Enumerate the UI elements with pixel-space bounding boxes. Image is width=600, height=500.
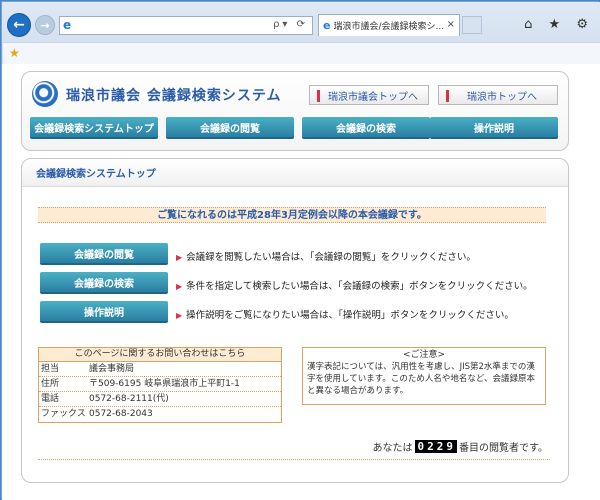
contact-row: 担当 議会事務局	[39, 362, 281, 377]
nav-browse[interactable]: 会議録の閲覧	[166, 117, 294, 139]
nav-help[interactable]: 操作説明	[430, 117, 558, 139]
counter-prefix: あなたは	[372, 443, 413, 454]
counter-digit: 2	[427, 440, 435, 453]
browse-button[interactable]: 会議録の閲覧	[40, 243, 168, 265]
forward-button[interactable]: →	[35, 15, 55, 35]
address-bar[interactable]: e ρ▾ ⟳	[59, 16, 313, 35]
contact-heading: このページに関するお問い合わせはこちら	[39, 348, 281, 362]
contact-label: ファックス	[41, 409, 86, 419]
caution-text: 漢字表記については、汎用性を考慮し、JIS第2水準までの漢字を使用しています。こ…	[307, 362, 535, 396]
nav-search[interactable]: 会議録の検索	[302, 117, 430, 139]
contact-row: ファックス 0572-68-2043	[39, 407, 281, 422]
search-description: ▶ 条件を指定して検索したい場合は、「会議録の検索」ボタンをクリックください。	[176, 278, 533, 292]
caution-heading: <ご注意>	[402, 350, 446, 360]
address-tools-icon[interactable]: ρ▾ ⟳	[273, 19, 308, 30]
tab-title: 瑞浪市議会/会議録検索シ...	[333, 22, 445, 32]
availability-notice: ご覧になれるのは平成28年3月定例会以降の本会議録です。	[38, 207, 546, 223]
site-title: 瑞浪市議会 会議録検索システム	[66, 88, 282, 104]
browser-chrome: ← → e ρ▾ ⟳ e 瑞浪市議会/会議録検索シ... × ⌂ ★ ⚙ ★	[2, 2, 600, 65]
city-logo-icon	[32, 81, 58, 107]
council-top-link[interactable]: 瑞浪市議会トップへ	[309, 85, 429, 105]
help-button[interactable]: 操作説明	[40, 301, 168, 323]
contact-value: 0572-68-2111(代)	[89, 394, 169, 404]
counter-digit: 0	[417, 440, 426, 453]
page-title: 会議録検索システムトップ	[22, 159, 568, 187]
close-tab-icon[interactable]: ×	[447, 19, 455, 30]
tab-ie-icon: e	[323, 19, 331, 32]
counter-digit: 2	[436, 440, 445, 453]
bullet-triangle-icon: ▶	[176, 311, 183, 320]
counter-suffix: 番目の閲覧者です。	[459, 443, 548, 454]
contact-label: 住所	[41, 379, 60, 389]
contact-label: 担当	[41, 364, 60, 374]
city-top-link[interactable]: 瑞浪市トップへ	[438, 85, 558, 105]
contact-row: 住所 〒509-6195 岐阜県瑞浪市上平町1-1	[39, 377, 281, 392]
help-description-text: 操作説明をご覧になりたい場合は、「操作説明」ボタンをクリックください。	[186, 310, 514, 321]
search-button[interactable]: 会議録の検索	[40, 272, 168, 294]
search-description-text: 条件を指定して検索したい場合は、「会議録の検索」ボタンをクリックください。	[186, 281, 533, 292]
contact-row: 電話 0572-68-2111(代)	[39, 392, 281, 407]
new-tab-button[interactable]	[462, 16, 482, 34]
contact-value: 〒509-6195 岐阜県瑞浪市上平町1-1	[89, 379, 240, 389]
browse-description: ▶ 会議録を閲覧したい場合は、「会議録の閲覧」をクリックください。	[176, 249, 476, 263]
contact-value: 0572-68-2043	[89, 409, 153, 419]
web-page: 瑞浪市議会 会議録検索システム 瑞浪市議会トップへ 瑞浪市トップへ 会議録検索シ…	[2, 64, 600, 500]
contact-value: 議会事務局	[89, 364, 135, 374]
nav-system-top[interactable]: 会議録検索システムトップ	[30, 117, 158, 139]
browser-window: ← → e ρ▾ ⟳ e 瑞浪市議会/会議録検索シ... × ⌂ ★ ⚙ ★ 瑞…	[0, 0, 600, 500]
help-description: ▶ 操作説明をご覧になりたい場合は、「操作説明」ボタンをクリックください。	[176, 307, 514, 321]
favorites-star-icon[interactable]: ★	[9, 46, 20, 60]
favorites-bar: ★	[3, 42, 600, 64]
bullet-triangle-icon: ▶	[176, 253, 183, 262]
back-button[interactable]: ←	[7, 13, 31, 37]
counter-digits: 0 2 2 9	[414, 440, 457, 453]
bullet-triangle-icon: ▶	[176, 282, 183, 291]
caution-box: <ご注意> 漢字表記については、汎用性を考慮し、JIS第2水準までの漢字を使用し…	[302, 347, 546, 405]
counter-digit: 9	[446, 440, 454, 453]
site-header: 瑞浪市議会 会議録検索システム 瑞浪市議会トップへ 瑞浪市トップへ 会議録検索シ…	[21, 71, 569, 151]
ie-icon: e	[63, 18, 72, 32]
divider	[38, 459, 550, 460]
browser-tab[interactable]: e 瑞浪市議会/会議録検索シ... ×	[318, 14, 460, 36]
main-content: 会議録検索システムトップ ご覧になれるのは平成28年3月定例会以降の本会議録です…	[21, 158, 569, 483]
browser-tool-icons[interactable]: ⌂ ★ ⚙	[524, 17, 594, 32]
contact-box: このページに関するお問い合わせはこちら 担当 議会事務局 住所 〒509-619…	[38, 347, 282, 423]
contact-label: 電話	[41, 394, 60, 404]
browse-description-text: 会議録を閲覧したい場合は、「会議録の閲覧」をクリックください。	[186, 252, 476, 263]
visitor-counter: あなたは 0 2 2 9 番目の閲覧者です。	[372, 439, 548, 454]
